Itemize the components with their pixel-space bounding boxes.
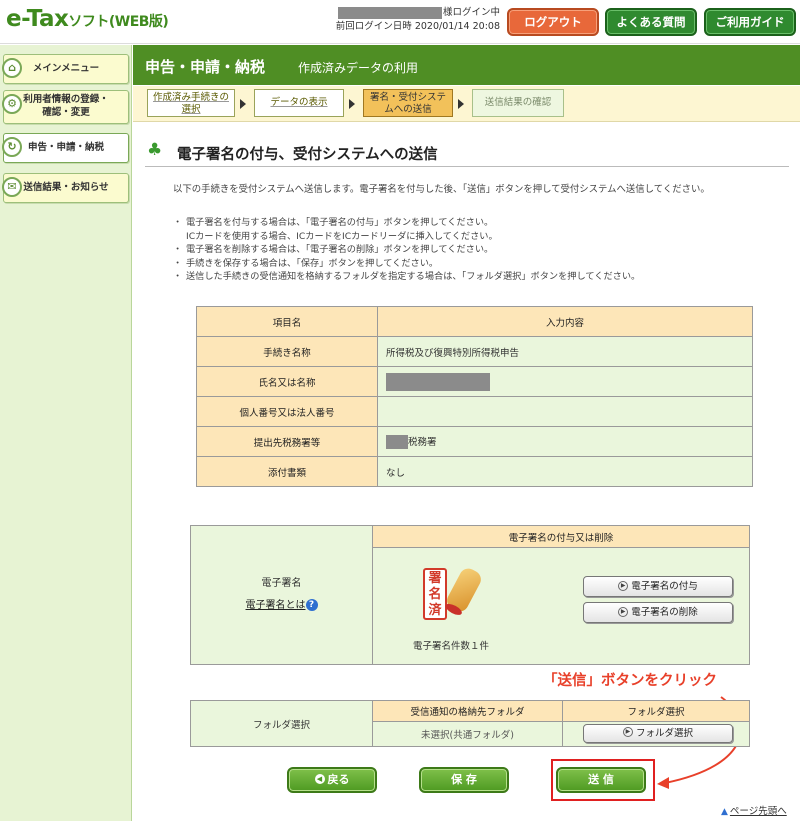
clover-icon: ♣: [147, 140, 163, 160]
signature-table: 電子署名 電子署名とは? 電子署名の付与又は削除 署名済 電子署名件数１件 ▶ 電…: [190, 525, 750, 665]
row-label: 手続き名称: [196, 336, 378, 367]
sidebar-item-filing[interactable]: ↻ 申告・申請・納税: [2, 133, 129, 163]
header: e-Taxソフト(WEB版) 様ログイン中 前回ログイン日時 2020/01/1…: [0, 0, 800, 44]
sidebar-item-label: 申告・申請・納税: [27, 142, 104, 153]
logo-main: e-Tax: [6, 6, 69, 32]
redacted-username: [337, 6, 442, 19]
last-login-value: 2020/01/14 20:08: [414, 21, 500, 32]
step-sign-send: 署名・受付システ ムへの送信: [363, 89, 453, 117]
sidebar-item-results[interactable]: ✉ 送信結果・お知らせ: [2, 173, 129, 203]
page-title: 申告・申請・納税: [145, 58, 266, 76]
instruction-notes: 電子署名を付与する場合は、「電子署名の付与」ボタンを押してください。 ICカード…: [173, 216, 783, 284]
main-content: 申告・申請・納税 作成済みデータの利用 作成済み手続きの 選択 データの表示 署名…: [133, 45, 800, 821]
back-arrow-icon: ◀: [314, 774, 325, 784]
signature-help-link[interactable]: 電子署名とは: [246, 600, 306, 611]
note-item: 電子署名を削除する場合は、「電子署名の削除」ボタンを押してください。: [173, 243, 783, 257]
table-header-row: 項目名 入力内容: [196, 306, 753, 337]
section-title: 電子署名の付与、受付システムへの送信: [177, 147, 438, 163]
sidebar-item-label: 利用者情報の登録・ 確認・変更: [23, 94, 109, 118]
folder-value: 未選択(共通フォルダ): [372, 720, 563, 748]
signature-label-cell: 電子署名 電子署名とは?: [190, 525, 373, 665]
signature-label: 電子署名: [261, 578, 302, 589]
title-bar: 申告・申請・納税 作成済みデータの利用: [133, 45, 800, 85]
sidebar-item-label: メインメニュー: [32, 63, 100, 74]
step-select-procedure[interactable]: 作成済み手続きの 選択: [147, 89, 235, 117]
back-button[interactable]: ◀ 戻る: [287, 767, 377, 793]
save-button[interactable]: 保 存: [419, 767, 509, 793]
play-icon: ▶: [622, 727, 633, 738]
table-row: 手続き名称 所得税及び復興特別所得税申告: [196, 336, 753, 367]
folder-button-cell: ▶ フォルダ選択: [562, 720, 750, 748]
last-login-label: 前回ログイン日時: [335, 21, 412, 32]
signature-action-cell: 署名済 電子署名件数１件 ▶ 電子署名の付与 ▶ 電子署名の削除: [372, 547, 750, 665]
document-icon: ↻: [2, 137, 22, 157]
faq-button[interactable]: よくある質問: [605, 8, 697, 36]
home-icon: ⌂: [2, 58, 22, 78]
play-icon: ▶: [618, 580, 629, 591]
table-row: 添付書類 なし: [196, 456, 753, 487]
etax-logo[interactable]: e-Taxソフト(WEB版): [6, 6, 169, 32]
table-row: 提出先税務署等 税務署: [196, 426, 753, 457]
play-icon: ▶: [618, 606, 629, 617]
row-label: 氏名又は名称: [196, 366, 378, 397]
step-arrow-icon: [458, 99, 464, 109]
folder-label-cell: フォルダ選択: [190, 700, 373, 747]
redacted-office: [386, 435, 408, 450]
logout-button[interactable]: ログアウト: [507, 8, 599, 36]
step-progress: 作成済み手続きの 選択 データの表示 署名・受付システ ムへの送信 送信結果の確認: [133, 86, 800, 122]
mail-icon: ✉: [2, 177, 22, 197]
folder-select-header: フォルダ選択: [562, 700, 750, 722]
step-check-result: 送信結果の確認: [472, 89, 564, 117]
row-value: なし: [377, 456, 753, 487]
add-signature-button[interactable]: ▶ 電子署名の付与: [583, 576, 733, 597]
col-value-header: 入力内容: [377, 306, 753, 337]
section-header: ♣ 電子署名の付与、受付システムへの送信: [145, 137, 789, 167]
col-item-header: 項目名: [196, 306, 378, 337]
step-arrow-icon: [240, 99, 246, 109]
sidebar-item-user-info[interactable]: ⚙ 利用者情報の登録・ 確認・変更: [2, 90, 129, 124]
note-item: 手続きを保存する場合は、「保存」ボタンを押してください。: [173, 257, 783, 271]
step-show-data[interactable]: データの表示: [254, 89, 344, 117]
row-value: [377, 366, 753, 397]
folder-table: フォルダ選択 受信通知の格納先フォルダ フォルダ選択 未選択(共通フォルダ) ▶…: [190, 700, 750, 748]
folder-col-header: 受信通知の格納先フォルダ: [372, 700, 563, 722]
seal-icon: [443, 565, 485, 615]
signed-stamp-icon: 署名済: [423, 568, 447, 620]
row-value: [377, 396, 753, 427]
procedure-info-table: 項目名 入力内容 手続き名称 所得税及び復興特別所得税申告 氏名又は名称 個人番…: [196, 306, 753, 487]
login-status: 様ログイン中: [442, 7, 500, 18]
guide-button[interactable]: ご利用ガイド: [704, 8, 796, 36]
send-button[interactable]: 送 信: [556, 767, 646, 793]
login-info: 様ログイン中 前回ログイン日時 2020/01/14 20:08: [320, 6, 500, 34]
note-item: ICカードを使用する場合、ICカードをICカードリーダに挿入してください。: [186, 230, 498, 242]
signature-count: 電子署名件数１件: [413, 641, 490, 652]
table-row: 氏名又は名称: [196, 366, 753, 397]
sidebar: ⌂ メインメニュー ⚙ 利用者情報の登録・ 確認・変更 ↻ 申告・申請・納税 ✉ …: [0, 45, 132, 821]
page-subtitle: 作成済みデータの利用: [298, 61, 419, 75]
row-label: 添付書類: [196, 456, 378, 487]
sidebar-item-label: 送信結果・お知らせ: [23, 182, 109, 193]
table-row: 個人番号又は法人番号: [196, 396, 753, 427]
logo-sub: ソフト(WEB版): [68, 14, 169, 30]
instruction-annotation: 「送信」ボタンをクリック: [543, 673, 717, 689]
signature-header: 電子署名の付与又は削除: [372, 525, 750, 548]
row-value: 税務署: [377, 426, 753, 457]
redacted-name: [386, 372, 490, 391]
help-icon[interactable]: ?: [305, 599, 318, 611]
step-arrow-icon: [349, 99, 355, 109]
up-arrow-icon: ▲: [721, 807, 728, 817]
row-label: 個人番号又は法人番号: [196, 396, 378, 427]
sidebar-item-main-menu[interactable]: ⌂ メインメニュー: [2, 54, 129, 84]
delete-signature-button[interactable]: ▶ 電子署名の削除: [583, 602, 733, 623]
note-item: 送信した手続きの受信通知を格納するフォルダを指定する場合は、「フォルダ選択」ボタ…: [173, 270, 783, 284]
folder-select-button[interactable]: ▶ フォルダ選択: [583, 723, 733, 743]
row-label: 提出先税務署等: [196, 426, 378, 457]
page-top-link[interactable]: ▲ ページ先頭へ: [721, 803, 787, 817]
intro-text: 以下の手続きを受付システムへ送信します。電子署名を付与した後、「送信」ボタンを押…: [173, 184, 710, 195]
note-item: 電子署名を付与する場合は、「電子署名の付与」ボタンを押してください。: [173, 216, 783, 230]
row-value: 所得税及び復興特別所得税申告: [377, 336, 753, 367]
user-settings-icon: ⚙: [2, 94, 22, 114]
